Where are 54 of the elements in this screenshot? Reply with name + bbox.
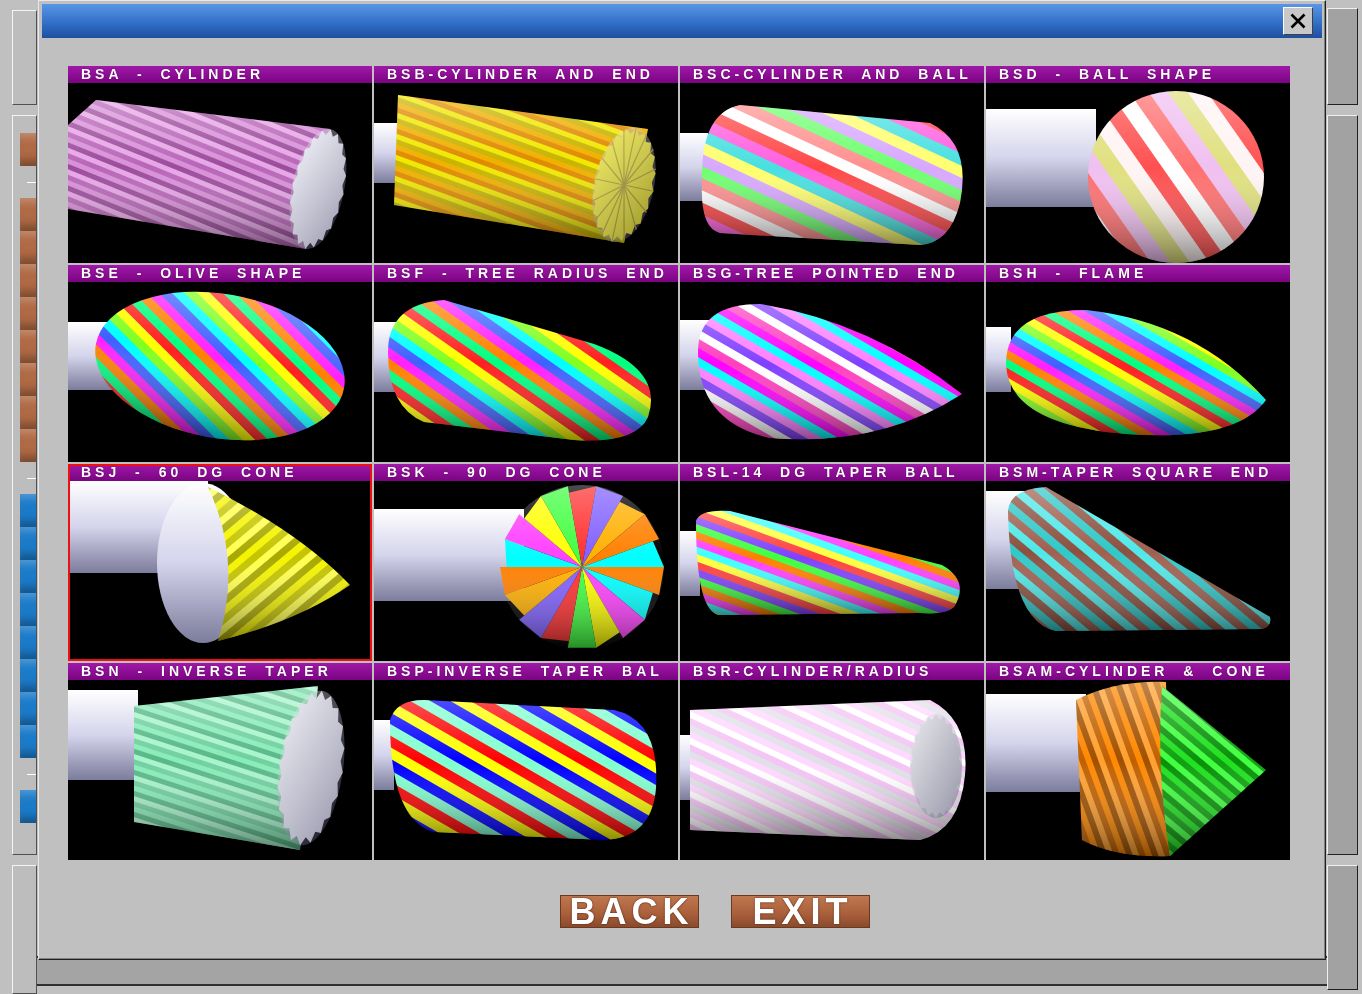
burr-label: BSC-CYLINDER AND BALL [680,66,984,83]
burr-card[interactable]: BSP-INVERSE TAPER BAL [374,663,678,860]
nav-button[interactable]: EXIT [730,895,870,928]
close-icon [1290,13,1306,29]
side-button[interactable] [20,297,36,330]
burr-label: BSH - FLAME [986,265,1290,282]
burr-label: BSL-14 DG TAPER BALL [680,464,984,481]
side-button[interactable] [20,626,36,659]
burr-card[interactable]: BSD - BALL SHAPE [986,66,1290,263]
burr-label: BSD - BALL SHAPE [986,66,1290,83]
burr-label: BSA - CYLINDER [68,66,372,83]
side-button[interactable] [20,133,36,166]
side-button[interactable] [20,330,36,363]
burr-card[interactable]: BSB-CYLINDER AND END [374,66,678,263]
burr-label: BSF - TREE RADIUS END [374,265,678,282]
burr-card[interactable]: BSM-TAPER SQUARE END [986,464,1290,661]
burr-card[interactable]: BSN - INVERSE TAPER [68,663,372,860]
burr-label: BSG-TREE POINTED END [680,265,984,282]
burr-label: BSM-TAPER SQUARE END [986,464,1290,481]
burr-card[interactable]: BSAM-CYLINDER & CONE [986,663,1290,860]
burr-card[interactable]: BSG-TREE POINTED END [680,265,984,462]
side-button[interactable] [20,593,36,626]
side-button[interactable] [20,725,36,758]
burr-card[interactable]: BSK - 90 DG CONE [374,464,678,661]
burr-card[interactable]: BSE - OLIVE SHAPE [68,265,372,462]
burr-card[interactable]: BSC-CYLINDER AND BALL [680,66,984,263]
close-button[interactable] [1283,7,1313,35]
burr-label: BSK - 90 DG CONE [374,464,678,481]
side-button[interactable] [20,527,36,560]
side-button[interactable] [20,198,36,231]
burr-card[interactable]: BSA - CYLINDER [68,66,372,263]
burr-card[interactable]: BSL-14 DG TAPER BALL [680,464,984,661]
burr-label: BSN - INVERSE TAPER [68,663,372,680]
side-button[interactable] [20,790,36,823]
side-button[interactable] [20,363,36,396]
burr-label: BSB-CYLINDER AND END [374,66,678,83]
burr-label: BSP-INVERSE TAPER BAL [374,663,678,680]
burr-label: BSJ - 60 DG CONE [68,464,372,481]
burr-card[interactable]: BSJ - 60 DG CONE [68,464,372,661]
burr-label: BSR-CYLINDER/RADIUS [680,663,984,680]
side-button[interactable] [20,560,36,593]
side-button[interactable] [20,231,36,264]
side-button[interactable] [20,429,36,462]
side-button[interactable] [20,692,36,725]
side-button[interactable] [20,396,36,429]
burr-card[interactable]: BSH - FLAME [986,265,1290,462]
burr-card[interactable]: BSF - TREE RADIUS END [374,265,678,462]
side-button[interactable] [20,494,36,527]
side-button[interactable] [20,659,36,692]
burr-card[interactable]: BSR-CYLINDER/RADIUS [680,663,984,860]
burr-label: BSAM-CYLINDER & CONE [986,663,1290,680]
nav-button[interactable]: BACK [559,895,699,928]
burr-label: BSE - OLIVE SHAPE [68,265,372,282]
side-button[interactable] [20,264,36,297]
